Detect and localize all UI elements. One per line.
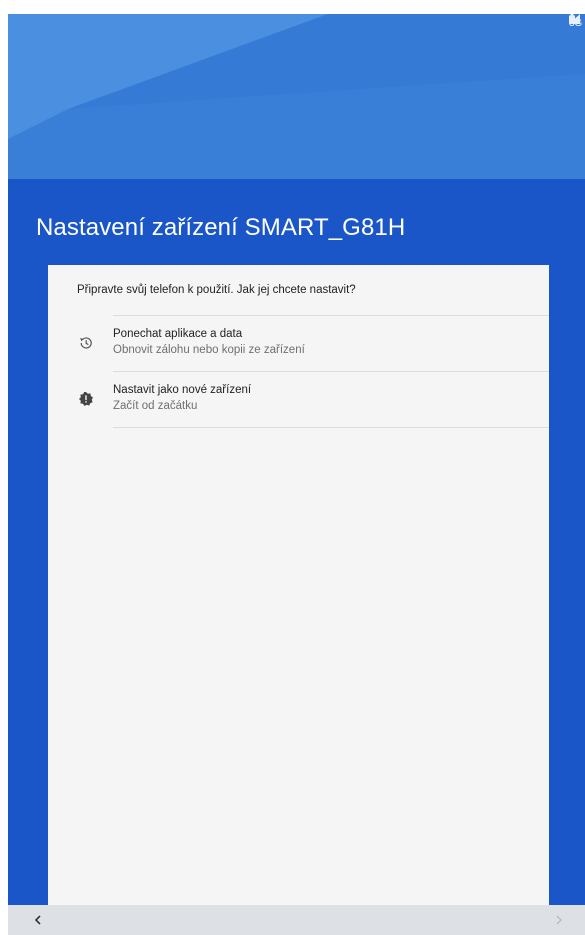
chevron-right-icon bbox=[556, 915, 562, 925]
status-bar: 3G bbox=[569, 14, 585, 32]
divider bbox=[113, 427, 549, 428]
setup-prompt: Připravte svůj telefon k použití. Jak je… bbox=[77, 284, 356, 296]
option-subtitle: Začít od začátku bbox=[113, 400, 198, 412]
chevron-left-icon[interactable] bbox=[30, 912, 46, 928]
option-setup-as-new-device[interactable]: Nastavit jako nové zařízení Začít od zač… bbox=[48, 372, 549, 426]
header-illustration: 3G bbox=[8, 14, 585, 179]
new-device-badge-icon bbox=[79, 392, 93, 406]
option-title: Nastavit jako nové zařízení bbox=[113, 384, 252, 396]
option-subtitle: Obnovit zálohu nebo kopii ze zařízení bbox=[113, 344, 305, 356]
option-keep-apps-and-data[interactable]: Ponechat aplikace a data Obnovit zálohu … bbox=[48, 316, 549, 370]
battery-icon bbox=[569, 14, 576, 24]
option-title: Ponechat aplikace a data bbox=[113, 328, 243, 340]
restore-history-icon bbox=[80, 337, 92, 349]
page-title: Nastavení zařízení SMART_G81H bbox=[36, 214, 406, 241]
bottom-navigation-bar bbox=[8, 905, 585, 935]
setup-screen: 3G Nastavení zařízení SMART_G81H Připrav… bbox=[8, 14, 585, 935]
header-background-art bbox=[8, 14, 585, 179]
setup-options-card: Připravte svůj telefon k použití. Jak je… bbox=[48, 265, 549, 935]
